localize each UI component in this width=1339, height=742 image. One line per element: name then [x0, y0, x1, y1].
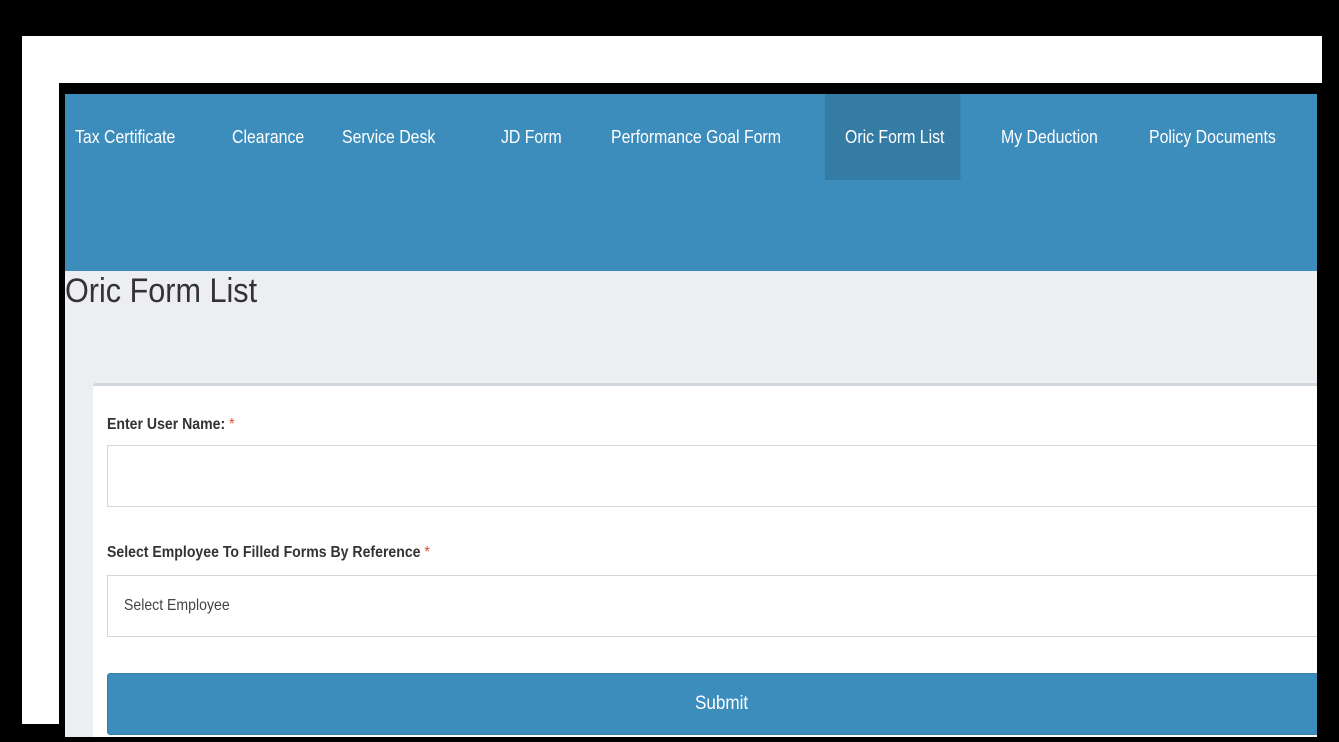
page-title: Oric Form List — [65, 272, 258, 310]
nav-item-policy-documents[interactable]: Policy Documents — [1149, 94, 1276, 180]
nav-item-performance-goal-form[interactable]: Performance Goal Form — [611, 94, 781, 180]
screenshot-frame-inner: Tax Certificate Clearance Service Desk J… — [59, 83, 1324, 742]
employee-select-label-text: Select Employee To Filled Forms By Refer… — [107, 544, 421, 561]
nav-item-clearance[interactable]: Clearance — [232, 94, 304, 180]
employee-select-value: Select Employee — [124, 597, 230, 614]
nav-item-my-deduction[interactable]: My Deduction — [1001, 94, 1098, 180]
username-label: Enter User Name: * — [107, 416, 235, 434]
top-navbar: Tax Certificate Clearance Service Desk J… — [65, 94, 1317, 271]
employee-select-label: Select Employee To Filled Forms By Refer… — [107, 544, 430, 562]
nav-item-tax-certificate[interactable]: Tax Certificate — [75, 94, 175, 180]
browser-viewport: Tax Certificate Clearance Service Desk J… — [65, 94, 1317, 737]
nav-item-oric-form-list[interactable]: Oric Form List — [845, 94, 944, 180]
employee-select[interactable]: Select Employee — [107, 575, 1317, 637]
nav-item-service-desk[interactable]: Service Desk — [342, 94, 435, 180]
nav-item-jd-form[interactable]: JD Form — [501, 94, 562, 180]
username-input[interactable] — [107, 445, 1317, 507]
submit-button[interactable]: Submit — [107, 673, 1317, 735]
submit-button-label: Submit — [695, 693, 749, 714]
screenshot-frame-outer: Tax Certificate Clearance Service Desk J… — [22, 36, 1324, 742]
username-label-text: Enter User Name: — [107, 416, 226, 433]
form-box: Enter User Name: * Select Employee To Fi… — [93, 383, 1317, 737]
required-asterisk: * — [229, 416, 235, 433]
required-asterisk: * — [424, 544, 430, 561]
